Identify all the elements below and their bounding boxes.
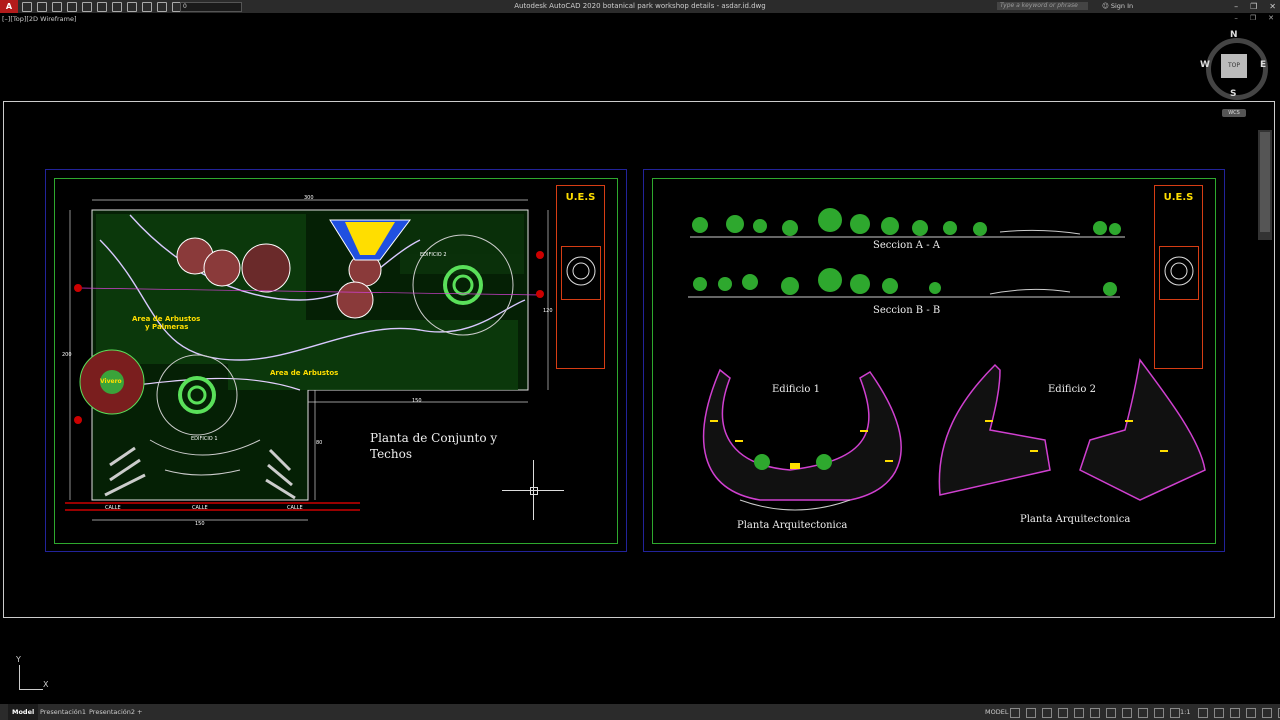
annotation-icon[interactable] bbox=[1154, 708, 1164, 718]
title-block-right: U.E.S bbox=[1154, 185, 1203, 369]
otrack-icon[interactable] bbox=[1090, 708, 1100, 718]
hardware-acceleration-icon[interactable] bbox=[1246, 708, 1256, 718]
isolate-icon[interactable] bbox=[1230, 708, 1240, 718]
section-a-roof bbox=[999, 229, 1081, 235]
ucs-x-label: X bbox=[43, 680, 49, 689]
osnap-icon[interactable] bbox=[1074, 708, 1084, 718]
planta-arquitectonica-1: Planta Arquitectonica bbox=[737, 520, 848, 531]
annotation-visibility-icon[interactable] bbox=[1170, 708, 1180, 718]
selection-cycling-icon[interactable] bbox=[1138, 708, 1148, 718]
edificio2-title: Edificio 2 bbox=[1048, 384, 1096, 395]
ucs-y-label: Y bbox=[16, 655, 21, 664]
lineweight-icon[interactable] bbox=[1106, 708, 1116, 718]
edificio1-title: Edificio 1 bbox=[772, 384, 820, 395]
ucs-y-axis bbox=[19, 665, 20, 689]
annotation-scale[interactable]: 1:1 bbox=[1180, 704, 1190, 720]
section-b-roof bbox=[989, 288, 1071, 295]
polar-icon[interactable] bbox=[1058, 708, 1068, 718]
status-toggle-icons bbox=[1010, 708, 1180, 718]
workspace-gear-icon[interactable] bbox=[1198, 708, 1208, 718]
tab-presentacion2[interactable]: Presentación2 bbox=[85, 704, 139, 720]
university-seal-right bbox=[1159, 246, 1199, 300]
ucs-icon: Y X bbox=[10, 655, 55, 695]
status-right-icons bbox=[1198, 708, 1280, 718]
edificio2-plan-left bbox=[938, 363, 1051, 496]
add-layout-tab[interactable]: + bbox=[133, 704, 146, 720]
tab-model[interactable]: Model bbox=[8, 704, 39, 720]
section-b-title: Seccion B - B bbox=[873, 305, 941, 316]
ues-logo-text-right: U.E.S bbox=[1163, 192, 1194, 203]
ucs-x-axis bbox=[19, 689, 43, 690]
planta-arquitectonica-2: Planta Arquitectonica bbox=[1020, 514, 1131, 525]
ortho-icon[interactable] bbox=[1042, 708, 1052, 718]
edificio2-plan-right bbox=[1079, 358, 1206, 501]
clean-screen-icon[interactable] bbox=[1262, 708, 1272, 718]
snap-icon[interactable] bbox=[1026, 708, 1036, 718]
model-space-toggle[interactable]: MODEL bbox=[985, 704, 1008, 720]
grid-icon[interactable] bbox=[1010, 708, 1020, 718]
section-b-trees bbox=[693, 268, 1117, 296]
tab-presentacion1[interactable]: Presentación1 bbox=[36, 704, 90, 720]
transparency-icon[interactable] bbox=[1122, 708, 1132, 718]
section-a-title: Seccion A - A bbox=[873, 240, 940, 251]
add-icon[interactable] bbox=[1214, 708, 1224, 718]
status-bar: Model Presentación1 Presentación2 + MODE… bbox=[0, 704, 1280, 720]
edificio1-front-arc bbox=[739, 499, 851, 511]
sections-drawing bbox=[688, 208, 1206, 511]
